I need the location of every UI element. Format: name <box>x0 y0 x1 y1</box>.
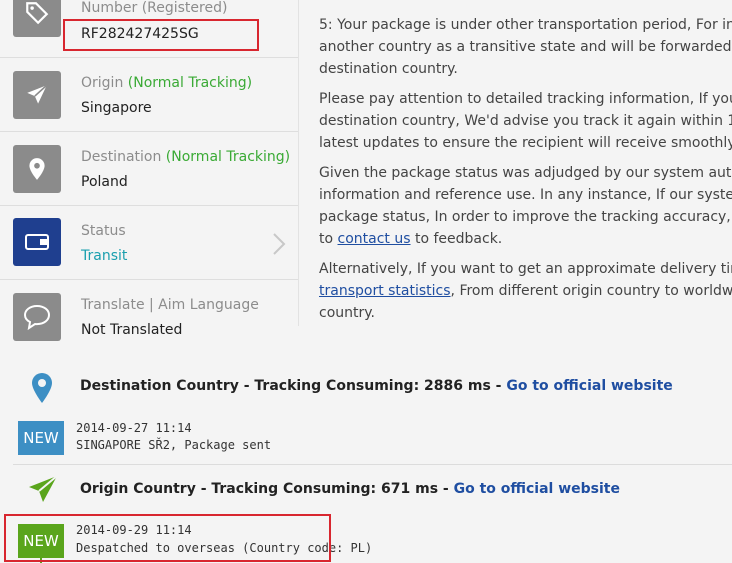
origin-plane-icon <box>29 475 58 502</box>
status-explanation: 5: Your package is under other transport… <box>319 14 732 334</box>
destination-icon-box <box>13 145 61 193</box>
column-divider <box>298 0 299 326</box>
info-row-origin: Origin (Normal Tracking) Singapore <box>0 58 298 132</box>
destination-official-website-link[interactable]: Go to official website <box>506 378 672 394</box>
status-label: Status <box>81 223 126 239</box>
section-separator <box>13 464 732 465</box>
origin-label: Origin (Normal Tracking) <box>81 75 253 91</box>
origin-value: Singapore <box>81 100 152 116</box>
origin-official-website-link[interactable]: Go to official website <box>454 481 620 497</box>
origin-section-heading: Origin Country - Tracking Consuming: 671… <box>80 481 620 497</box>
origin-icon-box <box>13 71 61 119</box>
info-row-status[interactable]: Status Transit <box>0 206 298 280</box>
translate-value: Not Translated <box>81 322 183 338</box>
origin-tracking-tag: (Normal Tracking) <box>127 75 253 91</box>
destination-value: Poland <box>81 174 128 190</box>
destination-new-badge: NEW <box>18 421 64 455</box>
destination-label: Destination (Normal Tracking) <box>81 149 291 165</box>
contact-us-link[interactable]: contact us <box>338 231 411 247</box>
translate-icon-box <box>13 293 61 341</box>
destination-pin-icon <box>32 373 52 403</box>
tag-icon <box>26 2 49 25</box>
destination-event-date: 2014-09-27 11:14 <box>76 421 192 435</box>
status-value: Transit <box>81 248 128 264</box>
wallet-icon <box>25 234 49 250</box>
number-label: Number (Registered) <box>81 0 228 16</box>
transport-statistics-link[interactable]: transport statistics <box>319 283 451 299</box>
origin-event-highlight <box>4 514 331 562</box>
info-row-translate[interactable]: Translate | Aim Language Not Translated <box>0 280 298 354</box>
note-paragraph-2: Please pay attention to detailed trackin… <box>319 91 732 151</box>
note-paragraph-3: Given the package status was adjudged by… <box>319 165 732 247</box>
chevron-right-icon[interactable] <box>272 232 286 256</box>
paper-plane-icon <box>27 84 48 104</box>
map-pin-icon <box>29 158 45 180</box>
destination-event-desc: SINGAPORE SŘ2, Package sent <box>76 438 272 452</box>
package-info-panel: Number (Registered) RF282427425SG Origin… <box>0 0 298 353</box>
speech-bubble-icon <box>23 304 51 331</box>
translate-label: Translate | Aim Language <box>81 297 259 313</box>
note-paragraph-4: Alternatively, If you want to get an app… <box>319 261 732 321</box>
info-row-destination: Destination (Normal Tracking) Poland <box>0 132 298 206</box>
note-paragraph-1: 5: Your package is under other transport… <box>319 17 732 77</box>
destination-tracking-tag: (Normal Tracking) <box>165 149 291 165</box>
tracking-number-highlight <box>63 19 259 51</box>
destination-section-heading: Destination Country - Tracking Consuming… <box>80 378 673 394</box>
status-icon-box <box>13 218 61 266</box>
tag-icon-box <box>13 0 61 37</box>
